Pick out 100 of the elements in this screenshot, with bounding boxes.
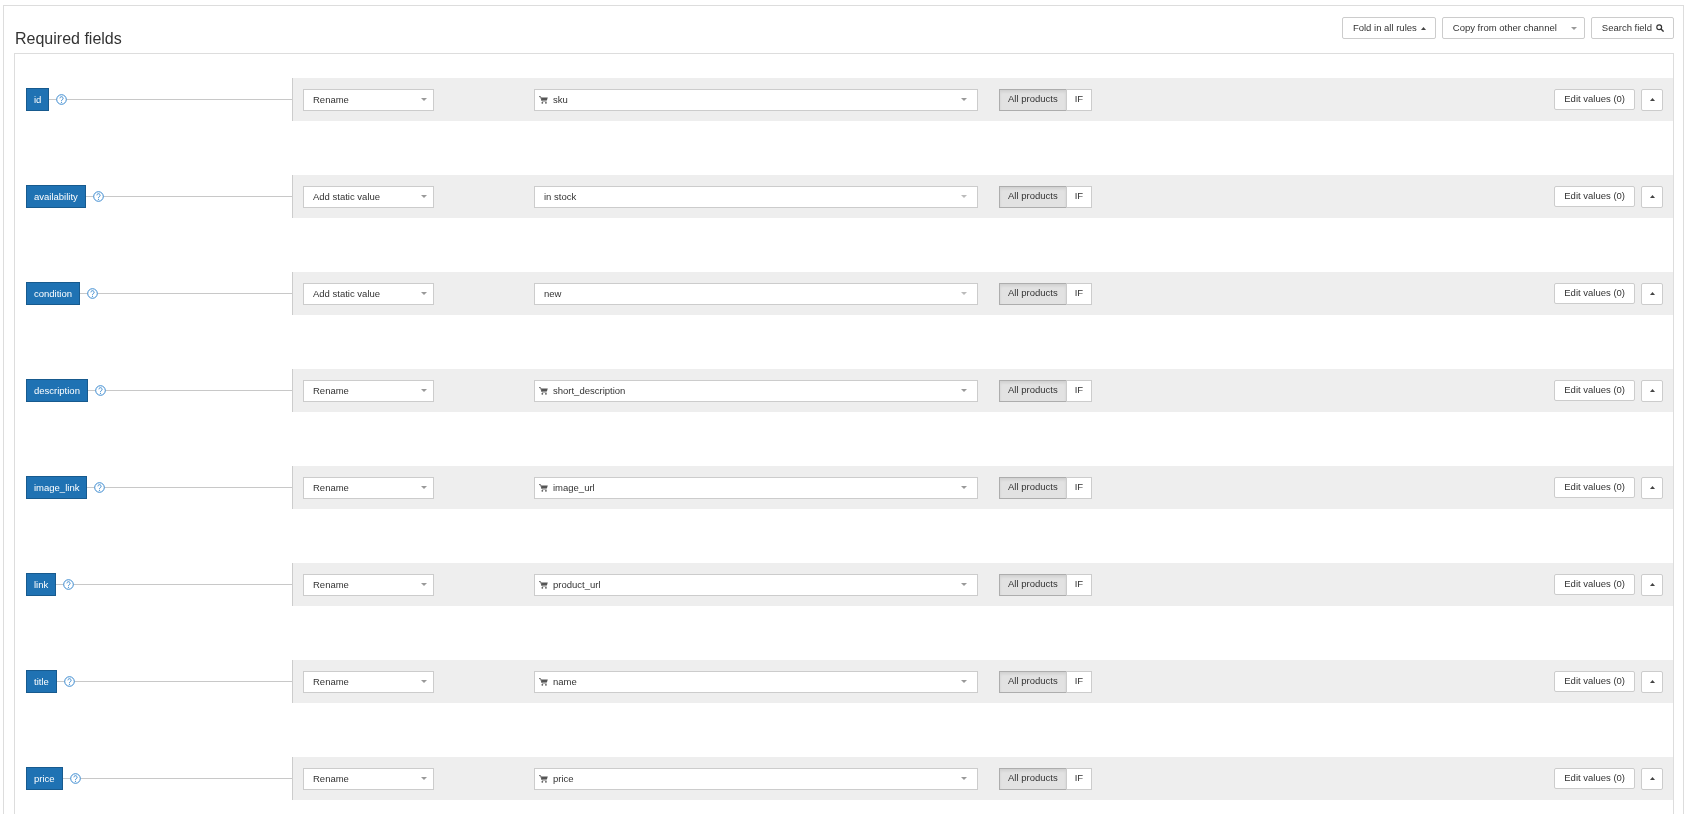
cart-icon bbox=[539, 386, 548, 395]
scope-toggle[interactable]: All products bbox=[999, 573, 1067, 596]
search-icon bbox=[1656, 24, 1664, 32]
scope-toggle[interactable]: All products bbox=[999, 185, 1067, 208]
scope-toggle[interactable]: IF bbox=[1065, 573, 1093, 596]
help-icon bbox=[63, 676, 75, 687]
source-select[interactable]: image_url bbox=[534, 476, 978, 499]
collapse-button[interactable] bbox=[1641, 282, 1663, 305]
caret-up-icon bbox=[1649, 583, 1655, 586]
help-icon bbox=[94, 385, 106, 396]
source-select[interactable]: sku bbox=[534, 88, 978, 111]
section-title: Required fields bbox=[15, 30, 122, 48]
field-name-label: image_link bbox=[26, 476, 88, 499]
scope-toggle[interactable]: IF bbox=[1065, 476, 1093, 499]
collapse-button[interactable] bbox=[1641, 379, 1663, 402]
caret-up-icon bbox=[1649, 486, 1655, 489]
method-select[interactable]: Add static value bbox=[303, 282, 434, 305]
caret-up-icon bbox=[1649, 195, 1655, 198]
method-select[interactable]: Rename bbox=[303, 88, 434, 111]
caret-down-icon bbox=[961, 680, 967, 683]
help-icon bbox=[94, 482, 106, 493]
edit-values-button[interactable]: Edit values (0) bbox=[1554, 283, 1635, 304]
cart-icon bbox=[539, 95, 548, 104]
caret-down-icon bbox=[421, 583, 427, 586]
help-icon bbox=[69, 773, 81, 784]
method-select[interactable]: Add static value bbox=[303, 185, 434, 208]
scope-toggle[interactable]: IF bbox=[1065, 379, 1093, 402]
caret-down-icon bbox=[961, 195, 967, 198]
scope-toggle[interactable]: All products bbox=[999, 88, 1067, 111]
scope-toggle[interactable]: All products bbox=[999, 282, 1067, 305]
caret-down-icon bbox=[421, 195, 427, 198]
help-icon bbox=[92, 191, 104, 202]
edit-values-button[interactable]: Edit values (0) bbox=[1554, 477, 1635, 498]
edit-values-button[interactable]: Edit values (0) bbox=[1554, 89, 1635, 110]
field-name-label: link bbox=[26, 573, 57, 596]
cart-icon bbox=[539, 483, 548, 492]
cart-icon bbox=[539, 774, 548, 783]
field-name-label: title bbox=[26, 670, 57, 693]
field-name-label: condition bbox=[26, 282, 81, 305]
scope-toggle[interactable]: IF bbox=[1065, 670, 1093, 693]
search-field-button[interactable]: Search field bbox=[1590, 17, 1674, 39]
collapse-button[interactable] bbox=[1641, 88, 1663, 111]
source-select[interactable]: name bbox=[534, 670, 978, 693]
scope-toggle[interactable]: IF bbox=[1065, 185, 1093, 208]
method-select[interactable]: Rename bbox=[303, 379, 434, 402]
caret-up-icon bbox=[1649, 777, 1655, 780]
copy-channel-dropdown[interactable]: Copy from other channel bbox=[1441, 17, 1585, 39]
caret-down-icon bbox=[421, 680, 427, 683]
source-select[interactable]: in stock bbox=[534, 185, 978, 208]
field-name-label: availability bbox=[26, 185, 86, 208]
collapse-button[interactable] bbox=[1641, 573, 1663, 596]
caret-up-icon bbox=[1649, 680, 1655, 683]
help-icon bbox=[63, 579, 75, 590]
edit-values-button[interactable]: Edit values (0) bbox=[1554, 671, 1635, 692]
caret-down-icon bbox=[961, 486, 967, 489]
caret-down-icon bbox=[421, 389, 427, 392]
caret-down-icon bbox=[961, 389, 967, 392]
caret-down-icon bbox=[421, 777, 427, 780]
edit-values-button[interactable]: Edit values (0) bbox=[1554, 768, 1635, 789]
collapse-button[interactable] bbox=[1641, 185, 1663, 208]
scope-toggle[interactable]: All products bbox=[999, 670, 1067, 693]
source-select[interactable]: short_description bbox=[534, 379, 978, 402]
edit-values-button[interactable]: Edit values (0) bbox=[1554, 574, 1635, 595]
caret-up-icon bbox=[1420, 26, 1426, 30]
cart-icon bbox=[539, 580, 548, 589]
edit-values-button[interactable]: Edit values (0) bbox=[1554, 380, 1635, 401]
scope-toggle[interactable]: IF bbox=[1065, 767, 1093, 790]
scope-toggle[interactable]: IF bbox=[1065, 88, 1093, 111]
method-select[interactable]: Rename bbox=[303, 573, 434, 596]
caret-down-icon bbox=[421, 292, 427, 295]
edit-values-button[interactable]: Edit values (0) bbox=[1554, 186, 1635, 207]
caret-down-icon bbox=[421, 486, 427, 489]
source-select[interactable]: product_url bbox=[534, 573, 978, 596]
collapse-button[interactable] bbox=[1641, 670, 1663, 693]
source-select[interactable]: price bbox=[534, 767, 978, 790]
method-select[interactable]: Rename bbox=[303, 476, 434, 499]
field-name-label: id bbox=[26, 88, 50, 111]
source-select[interactable]: new bbox=[534, 282, 978, 305]
method-select[interactable]: Rename bbox=[303, 767, 434, 790]
caret-up-icon bbox=[1649, 98, 1655, 101]
collapse-button[interactable] bbox=[1641, 476, 1663, 499]
caret-down-icon bbox=[961, 583, 967, 586]
caret-down-icon bbox=[1570, 26, 1577, 30]
help-icon bbox=[87, 288, 99, 299]
caret-down-icon bbox=[961, 98, 967, 101]
caret-up-icon bbox=[1649, 389, 1655, 392]
scope-toggle[interactable]: IF bbox=[1065, 282, 1093, 305]
caret-down-icon bbox=[961, 777, 967, 780]
caret-down-icon bbox=[961, 292, 967, 295]
caret-up-icon bbox=[1649, 292, 1655, 295]
scope-toggle[interactable]: All products bbox=[999, 476, 1067, 499]
help-icon bbox=[56, 94, 68, 105]
fold-all-button[interactable]: Fold in all rules bbox=[1341, 17, 1436, 39]
scope-toggle[interactable]: All products bbox=[999, 767, 1067, 790]
field-name-label: price bbox=[26, 767, 63, 790]
method-select[interactable]: Rename bbox=[303, 670, 434, 693]
scope-toggle[interactable]: All products bbox=[999, 379, 1067, 402]
caret-down-icon bbox=[421, 98, 427, 101]
collapse-button[interactable] bbox=[1641, 767, 1663, 790]
cart-icon bbox=[539, 677, 548, 686]
